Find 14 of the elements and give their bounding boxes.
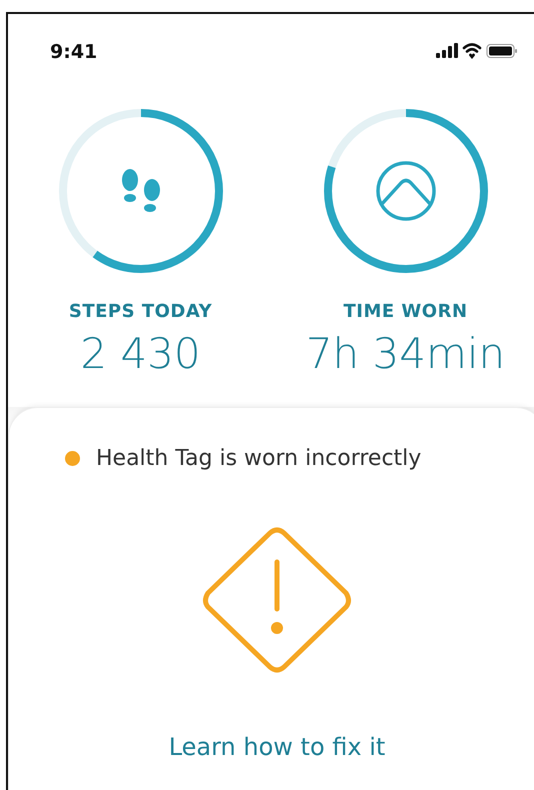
metric-label: TIME WORN [343, 300, 468, 324]
wifi-icon [462, 43, 482, 59]
status-time: 9:41 [50, 40, 98, 65]
status-dot [65, 451, 80, 466]
battery-icon [486, 44, 517, 58]
fix-link[interactable]: Learn how to fix it [168, 729, 386, 766]
chevron-circle-icon [376, 161, 436, 221]
signal-icon [436, 43, 458, 58]
metric-label: STEPS TODAY [68, 300, 212, 324]
metric-value: 2 430 [80, 331, 201, 378]
alert-message: Health Tag is worn incorrectly [96, 445, 422, 474]
footprints-icon [122, 169, 160, 212]
metric-value: 7h 34min [306, 331, 506, 378]
warning-icon [203, 528, 351, 673]
